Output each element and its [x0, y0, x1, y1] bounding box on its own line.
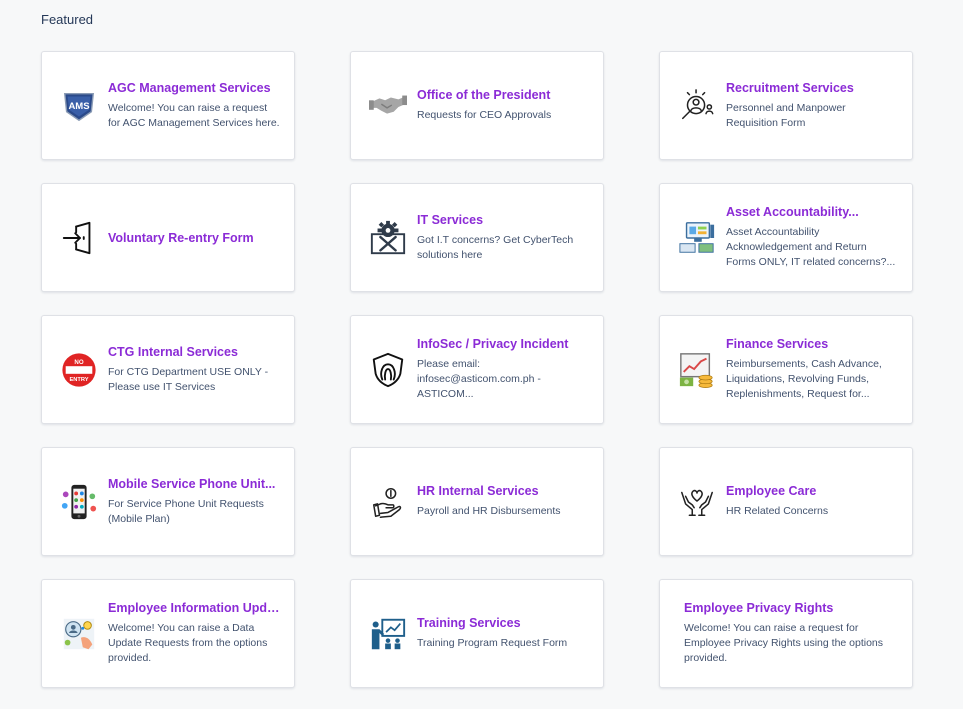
card-ctg-internal-services[interactable]: NO ENTRY CTG Internal Services For CTG D… [41, 315, 295, 424]
card-description: Asset Accountability Acknowledgement and… [726, 226, 896, 268]
svg-text:ENTRY: ENTRY [69, 376, 88, 382]
card-title[interactable]: Training Services [417, 616, 589, 630]
card-description: For CTG Department USE ONLY - Please use… [108, 365, 269, 393]
card-description: HR Related Concerns [726, 505, 829, 517]
card-title[interactable]: Employee Information Update [108, 601, 280, 615]
card-title[interactable]: Asset Accountability... [726, 205, 898, 219]
card-title[interactable]: Mobile Service Phone Unit... [108, 477, 280, 491]
card-voluntary-re-entry-form[interactable]: Voluntary Re-entry Form [41, 183, 295, 292]
card-description: Welcome! You can raise a request for Emp… [684, 622, 884, 664]
hands-heart-icon [678, 483, 716, 521]
info-update-icon [60, 615, 98, 653]
card-employee-care[interactable]: Employee Care HR Related Concerns [659, 447, 913, 556]
card-finance-services[interactable]: Finance Services Reimbursements, Cash Ad… [659, 315, 913, 424]
card-title[interactable]: CTG Internal Services [108, 345, 280, 359]
card-title[interactable]: InfoSec / Privacy Incident [417, 337, 589, 351]
card-title[interactable]: Employee Privacy Rights [684, 601, 898, 615]
card-title[interactable]: AGC Management Services [108, 81, 280, 95]
recruitment-magnifier-icon [678, 87, 716, 125]
featured-grid: AMS AGC Management Services Welcome! You… [41, 51, 913, 688]
card-agc-management-services[interactable]: AMS AGC Management Services Welcome! You… [41, 51, 295, 160]
section-title: Featured [41, 12, 94, 27]
card-asset-accountability[interactable]: Asset Accountability... Asset Accountabi… [659, 183, 913, 292]
card-description: Reimbursements, Cash Advance, Liquidatio… [726, 358, 882, 400]
gear-tools-icon [369, 219, 407, 257]
card-description: Personnel and Manpower Requisition Form [726, 101, 846, 129]
card-description: Please email: infosec@asticom.com.ph - A… [417, 358, 541, 400]
card-title[interactable]: Voluntary Re-entry Form [108, 231, 280, 245]
no-entry-sign-icon: NO ENTRY [60, 351, 98, 389]
card-description: For Service Phone Unit Requests (Mobile … [108, 497, 264, 525]
card-description: Payroll and HR Disbursements [417, 505, 561, 517]
card-title[interactable]: Employee Care [726, 484, 898, 498]
card-employee-privacy-rights[interactable]: Employee Privacy Rights Welcome! You can… [659, 579, 913, 688]
card-mobile-service-phone-unit[interactable]: Mobile Service Phone Unit... For Service… [41, 447, 295, 556]
card-office-of-the-president[interactable]: Office of the President Requests for CEO… [350, 51, 604, 160]
card-description: Got I.T concerns? Get CyberTech solution… [417, 233, 574, 261]
privacy-shield-icon [369, 351, 407, 389]
finance-chart-icon [678, 351, 716, 389]
card-hr-internal-services[interactable]: HR Internal Services Payroll and HR Disb… [350, 447, 604, 556]
card-description: Requests for CEO Approvals [417, 109, 552, 121]
card-infosec-privacy-incident[interactable]: InfoSec / Privacy Incident Please email:… [350, 315, 604, 424]
card-description: Welcome! You can raise a Data Update Req… [108, 622, 268, 664]
card-employee-information-update[interactable]: Employee Information Update Welcome! You… [41, 579, 295, 688]
card-title[interactable]: IT Services [417, 213, 589, 227]
handshake-icon [369, 87, 407, 125]
card-description: Welcome! You can raise a request for AGC… [108, 101, 280, 129]
card-recruitment-services[interactable]: Recruitment Services Personnel and Manpo… [659, 51, 913, 160]
svg-text:NO: NO [74, 358, 83, 365]
ams-shield-logo-icon: AMS [60, 87, 98, 125]
card-it-services[interactable]: IT Services Got I.T concerns? Get CyberT… [350, 183, 604, 292]
card-description: Training Program Request Form [417, 637, 568, 649]
computer-asset-icon [678, 219, 716, 257]
training-presentation-icon [369, 615, 407, 653]
card-title[interactable]: HR Internal Services [417, 484, 589, 498]
mobile-phone-icon [60, 483, 98, 521]
card-training-services[interactable]: Training Services Training Program Reque… [350, 579, 604, 688]
hand-money-icon [369, 483, 407, 521]
svg-text:AMS: AMS [68, 100, 89, 111]
card-title[interactable]: Finance Services [726, 337, 898, 351]
card-title[interactable]: Office of the President [417, 88, 589, 102]
door-enter-icon [60, 219, 98, 257]
card-title[interactable]: Recruitment Services [726, 81, 898, 95]
